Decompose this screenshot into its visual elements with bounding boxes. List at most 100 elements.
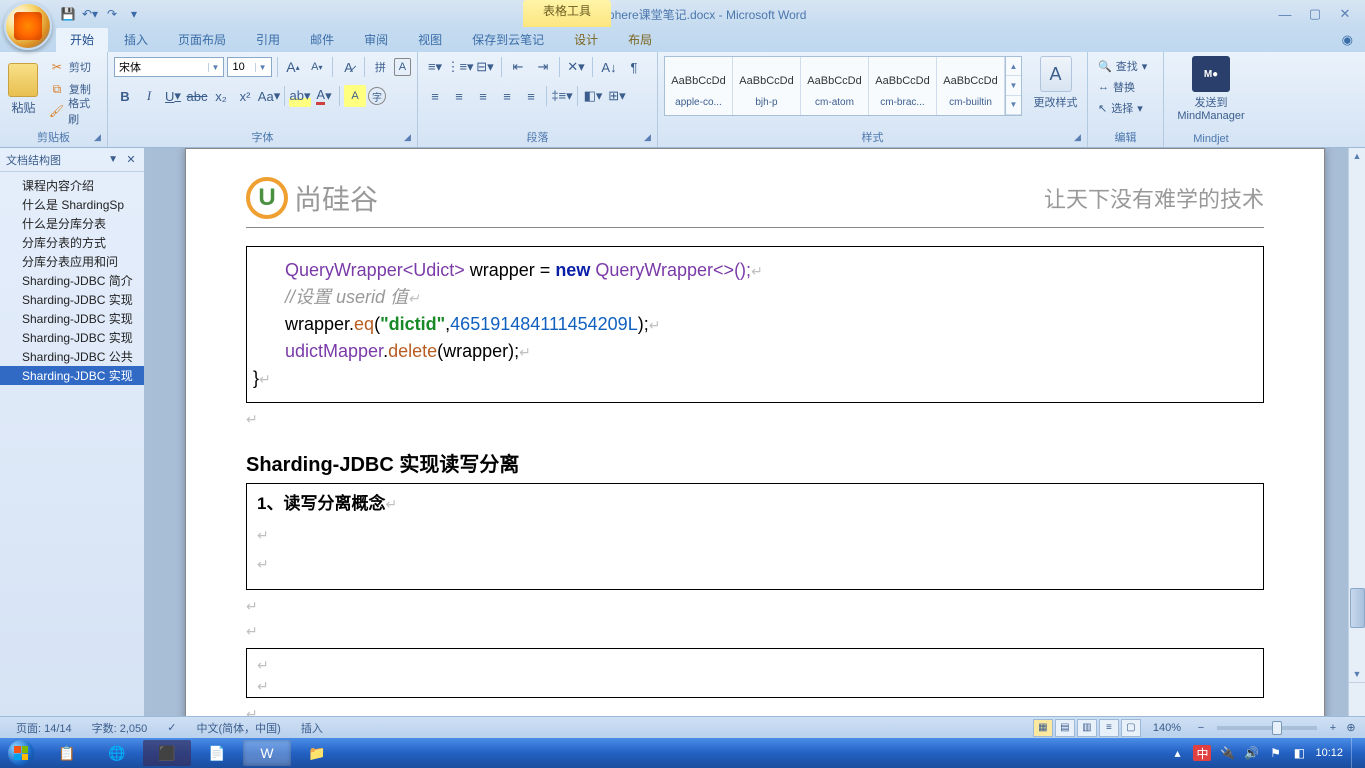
tab-view[interactable]: 视图 [404, 27, 456, 52]
select-button[interactable]: ↖选择▾ [1094, 98, 1147, 118]
heading-2[interactable]: Sharding-JDBC 实现读写分离 [246, 448, 1264, 477]
superscript-button[interactable]: x² [234, 85, 256, 107]
justify-button[interactable]: ≡ [496, 85, 518, 107]
document-page[interactable]: U 尚硅谷 让天下没有难学的技术 QueryWrapper<Udict> wra… [185, 148, 1325, 716]
taskbar-app-4[interactable]: 📄 [193, 740, 241, 766]
zoom-level[interactable]: 140% [1143, 722, 1191, 734]
status-spellcheck-icon[interactable]: ✓ [157, 721, 186, 734]
status-language[interactable]: 中文(简体，中国) [187, 720, 291, 736]
tab-table-design[interactable]: 设计 [560, 27, 612, 52]
char-border-button[interactable]: A [394, 58, 411, 76]
taskbar-clock[interactable]: 10:12 [1315, 747, 1343, 759]
vertical-scrollbar[interactable]: ▲ ▼ [1348, 148, 1365, 716]
style-item[interactable]: AaBbCcDdapple-co... [665, 57, 733, 115]
distributed-button[interactable]: ≡ [520, 85, 542, 107]
show-desktop-button[interactable] [1351, 738, 1361, 768]
cut-button[interactable]: ✂剪切 [45, 56, 101, 78]
zoom-out-button[interactable]: − [1193, 720, 1209, 736]
underline-button[interactable]: U▾ [162, 85, 184, 107]
start-button[interactable] [0, 738, 42, 768]
zoom-fit-button[interactable]: ⊕ [1343, 720, 1359, 736]
multilevel-button[interactable]: ⊟▾ [474, 56, 496, 78]
change-case-button[interactable]: Aa▾ [258, 85, 280, 107]
align-left-button[interactable]: ≡ [424, 85, 446, 107]
qat-save[interactable]: 💾 [58, 4, 78, 24]
font-size-combo[interactable]: 10▼ [227, 57, 271, 77]
scroll-up-button[interactable]: ▲ [1349, 148, 1365, 164]
styles-gallery[interactable]: AaBbCcDdapple-co... AaBbCcDdbjh-p AaBbCc… [664, 56, 1022, 116]
font-color-button[interactable]: A▾ [313, 85, 335, 107]
print-layout-view-button[interactable]: ▦ [1033, 719, 1053, 737]
tray-ime-icon[interactable]: 中 [1193, 745, 1211, 761]
zoom-in-button[interactable]: + [1325, 720, 1341, 736]
tab-mailings[interactable]: 邮件 [296, 27, 348, 52]
zoom-slider[interactable] [1217, 726, 1317, 730]
full-screen-view-button[interactable]: ▤ [1055, 719, 1075, 737]
styles-launcher[interactable]: ◢ [1071, 131, 1084, 144]
tray-flag-icon[interactable]: ⚑ [1267, 745, 1283, 761]
send-to-mindmanager-button[interactable]: M● 发送到 MindManager [1170, 56, 1252, 122]
line-spacing-button[interactable]: ‡≡▾ [551, 85, 573, 107]
italic-button[interactable]: I [138, 85, 160, 107]
scroll-thumb[interactable] [1350, 588, 1365, 628]
enclose-chars-button[interactable]: 字 [368, 87, 386, 105]
gallery-up-button[interactable]: ▲ [1006, 57, 1021, 76]
align-center-button[interactable]: ≡ [448, 85, 470, 107]
minimize-button[interactable]: — [1271, 5, 1299, 23]
close-button[interactable]: ✕ [1331, 5, 1359, 23]
clipboard-launcher[interactable]: ◢ [91, 131, 104, 144]
font-launcher[interactable]: ◢ [401, 131, 414, 144]
document-scroll-area[interactable]: U 尚硅谷 让天下没有难学的技术 QueryWrapper<Udict> wra… [145, 148, 1365, 716]
paste-button[interactable]: 粘贴 [6, 56, 41, 122]
navpane-item[interactable]: Sharding-JDBC 实现 [0, 309, 144, 328]
style-item[interactable]: AaBbCcDdcm-brac... [869, 57, 937, 115]
status-page[interactable]: 页面: 14/14 [6, 720, 82, 736]
web-layout-view-button[interactable]: ▥ [1077, 719, 1097, 737]
decrease-indent-button[interactable]: ⇤ [507, 56, 529, 78]
tab-cloud-save[interactable]: 保存到云笔记 [458, 27, 558, 52]
navpane-item[interactable]: Sharding-JDBC 公共 [0, 347, 144, 366]
status-insert-mode[interactable]: 插入 [291, 720, 333, 736]
tab-references[interactable]: 引用 [242, 27, 294, 52]
navpane-item[interactable]: 分库分表应用和问 [0, 252, 144, 271]
office-button[interactable] [4, 2, 52, 50]
tab-home[interactable]: 开始 [56, 27, 108, 52]
scroll-down-button[interactable]: ▼ [1349, 666, 1365, 682]
asian-layout-button[interactable]: ✕▾ [565, 56, 587, 78]
navpane-item[interactable]: Sharding-JDBC 实现 [0, 328, 144, 347]
strike-button[interactable]: abc [186, 85, 208, 107]
format-painter-button[interactable]: 🖌格式刷 [45, 100, 101, 122]
shading-button[interactable]: ◧▾ [582, 85, 604, 107]
borders-button[interactable]: ⊞▾ [606, 85, 628, 107]
bullets-button[interactable]: ≡▾ [424, 56, 446, 78]
sort-button[interactable]: A↓ [598, 56, 620, 78]
taskbar-app-1[interactable]: 📋 [43, 740, 91, 766]
taskbar-app-word[interactable]: W [243, 740, 291, 766]
numbering-button[interactable]: ⋮≡▾ [449, 56, 471, 78]
code-block-1[interactable]: QueryWrapper<Udict> wrapper = new QueryW… [246, 246, 1264, 403]
style-item[interactable]: AaBbCcDdcm-atom [801, 57, 869, 115]
tray-app-icon[interactable]: ◧ [1291, 745, 1307, 761]
navpane-close-button[interactable]: ✕ [124, 153, 138, 167]
table-cell-empty[interactable]: ↵ ↵ [246, 648, 1264, 698]
navpane-item[interactable]: 什么是分库分表 [0, 214, 144, 233]
navpane-item[interactable]: 分库分表的方式 [0, 233, 144, 252]
taskbar-app-2[interactable]: 🌐 [93, 740, 141, 766]
style-item[interactable]: AaBbCcDdcm-builtin [937, 57, 1005, 115]
paragraph-launcher[interactable]: ◢ [641, 131, 654, 144]
navpane-item[interactable]: Sharding-JDBC 实现 [0, 366, 144, 385]
change-styles-button[interactable]: A 更改样式 [1030, 56, 1081, 110]
maximize-button[interactable]: ▢ [1301, 5, 1329, 23]
navpane-item[interactable]: Sharding-JDBC 简介 [0, 271, 144, 290]
style-item[interactable]: AaBbCcDdbjh-p [733, 57, 801, 115]
clear-formatting-button[interactable]: A̷ [338, 56, 359, 78]
status-word-count[interactable]: 字数: 2,050 [82, 720, 158, 736]
navpane-item[interactable]: 课程内容介绍 [0, 176, 144, 195]
font-name-combo[interactable]: 宋体▼ [114, 57, 224, 77]
char-shading-button[interactable]: A [344, 85, 366, 107]
zoom-thumb[interactable] [1272, 721, 1282, 735]
shrink-font-button[interactable]: A▾ [306, 56, 327, 78]
tab-insert[interactable]: 插入 [110, 27, 162, 52]
highlight-button[interactable]: ab▾ [289, 85, 311, 107]
bold-button[interactable]: B [114, 85, 136, 107]
